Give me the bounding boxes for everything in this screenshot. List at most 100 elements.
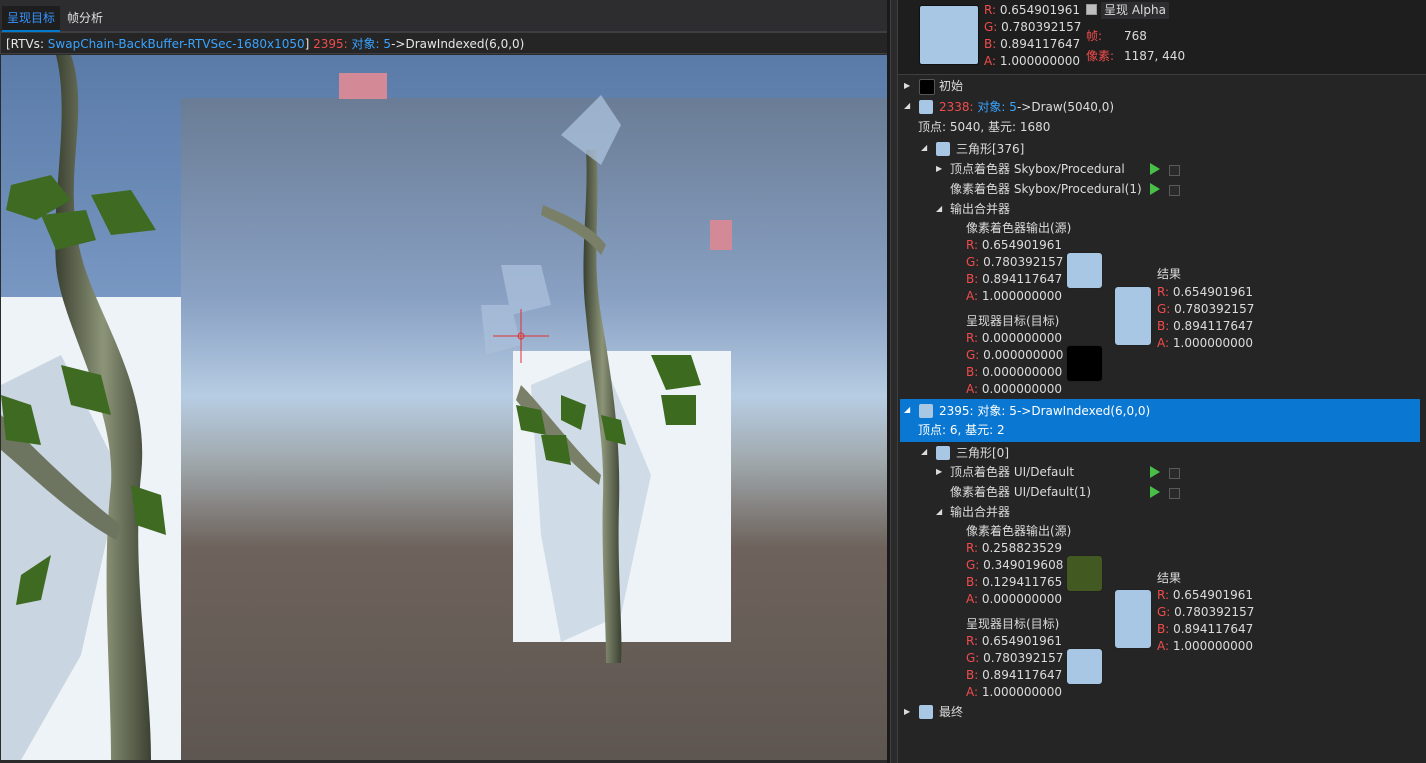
dst2-g-label: G: xyxy=(966,651,980,665)
result2-label: 结果 xyxy=(1157,571,1182,585)
render-target-path-bar: [RTVs: SwapChain-BackBuffer-RTVSec-1680x… xyxy=(0,32,888,54)
res-b-value: 0.894117647 xyxy=(1173,319,1254,333)
expand-vs-icon[interactable]: ▶ xyxy=(936,164,942,173)
expand-vs2-icon[interactable]: ▶ xyxy=(936,467,942,476)
res-g-label: G: xyxy=(1157,302,1171,316)
collapse-selected-event-icon[interactable]: ◢ xyxy=(904,405,910,414)
result2-color-swatch xyxy=(1114,589,1152,649)
selected-event-header[interactable]: 2395: 对象: 5->DrawIndexed(6,0,0) xyxy=(939,402,1150,420)
triangle-swatch xyxy=(936,142,950,156)
b-label: B: xyxy=(984,37,997,51)
src2-a-label: A: xyxy=(966,592,979,606)
res-a-label: A: xyxy=(1157,336,1170,350)
src-a-label: A: xyxy=(966,289,979,303)
result-color-swatch xyxy=(1114,286,1152,346)
collapse-triangle2-icon[interactable]: ◢ xyxy=(921,447,927,456)
src-g-value: 0.780392157 xyxy=(983,255,1064,269)
res-r-value: 0.654901961 xyxy=(1172,285,1254,299)
selected-event-object-label: 对象: xyxy=(977,404,1006,418)
ps2-checkbox[interactable] xyxy=(1169,488,1180,499)
render-target-viewport[interactable] xyxy=(1,55,887,760)
dst2-a-value: 1.000000000 xyxy=(981,685,1063,699)
src-b-value: 0.894117647 xyxy=(982,272,1063,286)
rtv-suffix: ] xyxy=(304,37,310,51)
res2-r-value: 0.654901961 xyxy=(1172,588,1254,602)
ps-output-label: 像素着色器输出(源) xyxy=(966,221,1072,235)
a-label: A: xyxy=(984,54,997,68)
src2-color-swatch xyxy=(1066,555,1103,592)
src2-g-label: G: xyxy=(966,558,980,572)
g-label: G: xyxy=(984,20,998,34)
expand-final-icon[interactable]: ▶ xyxy=(904,707,910,716)
final-label[interactable]: 最终 xyxy=(939,703,963,721)
pane-splitter[interactable] xyxy=(890,0,898,763)
tab-render-target[interactable]: 呈现目标 xyxy=(2,6,61,32)
src2-b-label: B: xyxy=(966,575,979,589)
res-b-label: B: xyxy=(1157,319,1170,333)
object-number-link[interactable]: 5 xyxy=(383,37,391,51)
alpha-label: 呈现 Alpha xyxy=(1101,2,1169,19)
event-header[interactable]: 2338: 对象: 5->Draw(5040,0) xyxy=(939,98,1114,116)
res2-g-label: G: xyxy=(1157,605,1171,619)
res-g-value: 0.780392157 xyxy=(1174,302,1255,316)
src-g-label: G: xyxy=(966,255,980,269)
tab-frame-analysis[interactable]: 帧分析 xyxy=(62,6,108,30)
src2-r-label: R: xyxy=(966,541,979,555)
b-value: 0.894117647 xyxy=(1000,37,1081,51)
src2-a-value: 0.000000000 xyxy=(981,592,1063,606)
om2-label[interactable]: 输出合并器 xyxy=(950,503,1010,521)
src-color-swatch xyxy=(1066,252,1103,289)
event-number-link[interactable]: 2395: xyxy=(313,37,348,51)
ps-name: Skybox/Procedural(1) xyxy=(1013,182,1142,196)
collapse-om-icon[interactable]: ◢ xyxy=(936,204,942,213)
event-id[interactable]: 2338: xyxy=(939,100,974,114)
selected-event-id[interactable]: 2395: xyxy=(939,404,974,418)
src-b-label: B: xyxy=(966,272,979,286)
g-value: 0.780392157 xyxy=(1001,20,1082,34)
dst-a-label: A: xyxy=(966,382,979,396)
dst-b-label: B: xyxy=(966,365,979,379)
debug-vs2-play-icon[interactable] xyxy=(1150,466,1160,478)
a-value: 1.000000000 xyxy=(999,54,1081,68)
res2-g-value: 0.780392157 xyxy=(1174,605,1255,619)
res2-b-value: 0.894117647 xyxy=(1173,622,1254,636)
dst-a-value: 0.000000000 xyxy=(981,382,1063,396)
collapse-triangle-icon[interactable]: ◢ xyxy=(921,143,927,152)
collapse-om2-icon[interactable]: ◢ xyxy=(936,507,942,516)
debug-ps-play-icon[interactable] xyxy=(1150,183,1160,195)
src-r-label: R: xyxy=(966,238,979,252)
selected-event-info: 顶点: 6, 基元: 2 xyxy=(918,423,1005,437)
final-color-swatch xyxy=(919,5,979,65)
rtv-link[interactable]: SwapChain-BackBuffer-RTVSec-1680x1050 xyxy=(48,37,305,51)
event-object-num[interactable]: 5 xyxy=(1009,100,1017,114)
debug-vs-play-icon[interactable] xyxy=(1150,163,1160,175)
src2-g-value: 0.349019608 xyxy=(983,558,1064,572)
collapse-event-icon[interactable]: ◢ xyxy=(904,101,910,110)
initial-swatch xyxy=(919,79,935,95)
triangle2-label[interactable]: 三角形[0] xyxy=(956,444,1009,462)
vs2-row: 顶点着色器 UI/Default xyxy=(950,463,1074,481)
res-r-label: R: xyxy=(1157,285,1170,299)
dst2-b-label: B: xyxy=(966,668,979,682)
expand-initial-icon[interactable]: ▶ xyxy=(904,81,910,90)
vs2-checkbox[interactable] xyxy=(1169,468,1180,479)
selected-event-object-num[interactable]: 5 xyxy=(1009,404,1017,418)
dst-g-label: G: xyxy=(966,348,980,362)
vs-checkbox[interactable] xyxy=(1169,165,1180,176)
res2-a-value: 1.000000000 xyxy=(1172,639,1254,653)
dst2-g-value: 0.780392157 xyxy=(983,651,1064,665)
vs-name: Skybox/Procedural xyxy=(1013,162,1125,176)
initial-label[interactable]: 初始 xyxy=(939,77,963,95)
debug-ps2-play-icon[interactable] xyxy=(1150,486,1160,498)
dst-g-value: 0.000000000 xyxy=(983,348,1064,362)
ps-checkbox[interactable] xyxy=(1169,185,1180,196)
triangle-label[interactable]: 三角形[376] xyxy=(956,140,1024,158)
alpha-checkbox[interactable] xyxy=(1086,4,1097,15)
render-target-image xyxy=(1,55,887,760)
event-info: 顶点: 5040, 基元: 1680 xyxy=(918,120,1051,134)
om-label[interactable]: 输出合并器 xyxy=(950,200,1010,218)
dst-b-value: 0.000000000 xyxy=(982,365,1063,379)
pixel-history-pane: R: 0.654901961 G: 0.780392157 B: 0.89411… xyxy=(898,0,1426,763)
vs-label: 顶点着色器 xyxy=(950,162,1011,176)
selected-event-swatch xyxy=(919,404,933,418)
